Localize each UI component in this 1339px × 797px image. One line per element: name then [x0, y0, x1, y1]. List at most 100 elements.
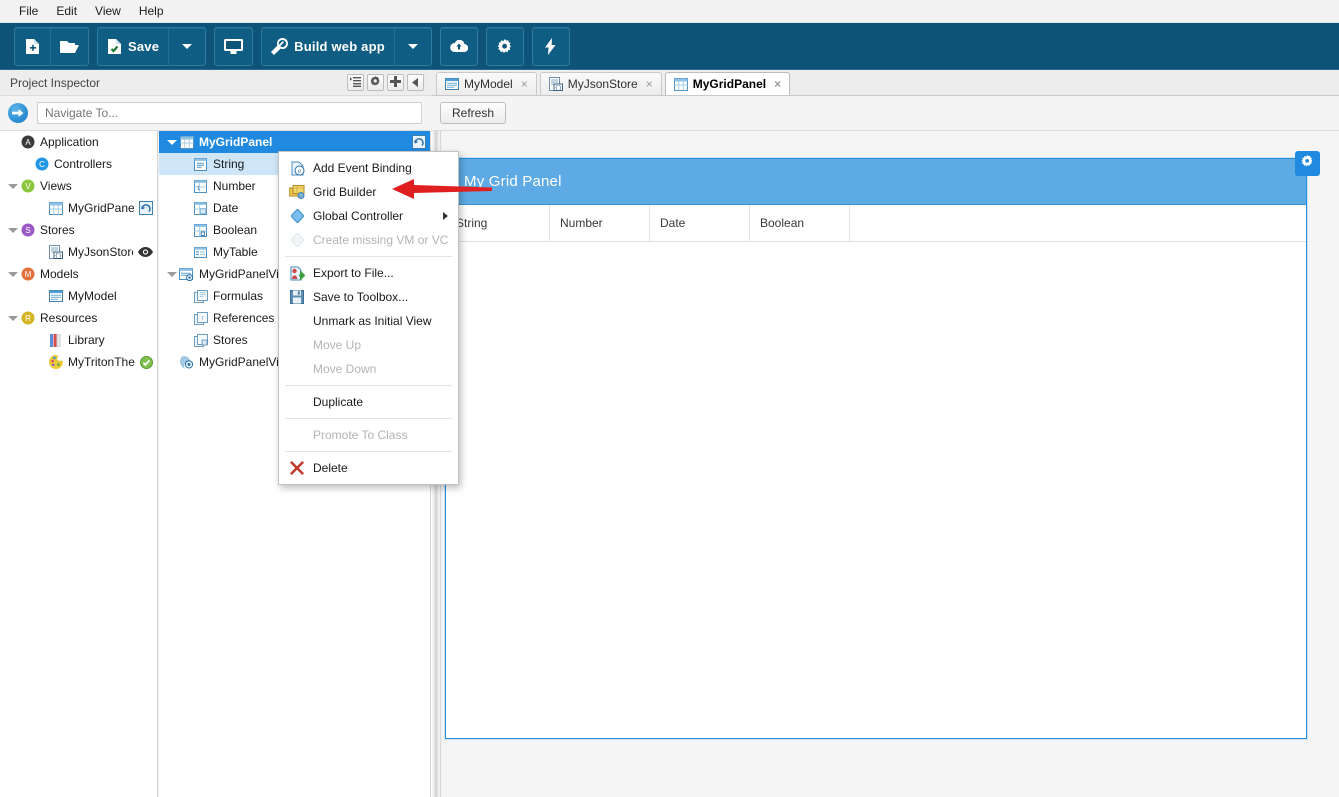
arrow-right-circle-icon[interactable] — [8, 103, 28, 123]
tree-item-mygridpanel[interactable]: MyGridPanel — [0, 197, 157, 219]
editor-tab-myjsonstore[interactable]: {} MyJsonStore × — [539, 72, 662, 95]
check-icon[interactable] — [135, 355, 153, 369]
toolbar-group-settings — [485, 27, 524, 66]
tree-item-models[interactable]: M Models — [0, 263, 157, 285]
build-web-app-button[interactable]: Build web app — [262, 28, 395, 65]
gear-icon — [370, 75, 381, 90]
tree-item-myjsonstore[interactable]: {} MyJsonStore — [0, 241, 157, 263]
tree-item-resources[interactable]: R Resources — [0, 307, 157, 329]
monitor-icon — [224, 38, 244, 55]
grid-panel-config-button[interactable] — [1295, 151, 1320, 176]
navigate-to-input[interactable] — [37, 102, 422, 124]
collapse-pane-button[interactable] — [407, 74, 424, 91]
grid-column-header-number[interactable]: Number — [550, 205, 650, 241]
context-menu-item-global-controller[interactable]: Global Controller — [279, 204, 458, 228]
add-button[interactable] — [387, 74, 404, 91]
delete-x-icon — [287, 461, 307, 475]
tree-item-label: MyJsonStore — [68, 245, 133, 259]
context-menu-item-add-event-binding[interactable]: e Add Event Binding — [279, 156, 458, 180]
menu-view[interactable]: View — [86, 1, 130, 21]
tree-item-controllers[interactable]: C Controllers — [0, 153, 157, 175]
new-file-button[interactable] — [15, 28, 51, 65]
context-menu-item-create-missing-vm-or-vc: Create missing VM or VC — [279, 228, 458, 252]
list-indent-icon — [350, 76, 361, 90]
tree-item-mygridpanel[interactable]: MyGridPanel — [159, 131, 430, 153]
project-tree-left[interactable]: A Application C Controllers V Views MyGridPane… — [0, 131, 158, 797]
grid-panel-widget[interactable]: My Grid Panel String Number Date Boolean — [445, 151, 1320, 739]
menu-edit[interactable]: Edit — [47, 1, 86, 21]
tree-item-label: MyTritonThe... — [68, 355, 135, 369]
initial-view-icon[interactable] — [134, 201, 153, 215]
tree-item-application[interactable]: A Application — [0, 131, 157, 153]
close-icon[interactable]: × — [646, 78, 653, 90]
grid-column-header-date[interactable]: Date — [650, 205, 750, 241]
context-menu-item-unmark-as-initial-view[interactable]: Unmark as Initial View — [279, 309, 458, 333]
views-icon: V — [19, 179, 36, 193]
editor-tab-mygridpanel[interactable]: MyGridPanel × — [664, 72, 791, 95]
export-icon — [287, 266, 307, 281]
toolbar-group-run — [531, 27, 570, 66]
diamond-grey-icon — [287, 233, 307, 247]
close-icon[interactable]: × — [521, 78, 528, 90]
diamond-blue-icon — [287, 209, 307, 223]
svg-text:R: R — [25, 314, 31, 323]
context-menu-item-label: Export to File... — [313, 266, 394, 280]
tree-item-library[interactable]: Library — [0, 329, 157, 351]
editor-tab-mymodel[interactable]: MyModel × — [436, 72, 537, 95]
tree-twisty-expanded-icon[interactable] — [6, 315, 19, 321]
grid-column-header-row: String Number Date Boolean — [446, 205, 1306, 242]
library-icon — [47, 333, 64, 347]
main-toolbar: Save Build web app — [0, 23, 1339, 70]
tree-twisty-expanded-icon[interactable] — [165, 271, 178, 277]
context-menu-item-label: Save to Toolbox... — [313, 290, 409, 304]
context-menu-item-save-to-toolbox[interactable]: Save to Toolbox... — [279, 285, 458, 309]
number-column-icon: 1 — [192, 179, 209, 193]
project-inspector-title: Project Inspector — [10, 75, 101, 90]
editor-tab-label: MyGridPanel — [692, 77, 767, 91]
inspector-settings-button[interactable] — [367, 74, 384, 91]
tree-context-menu[interactable]: e Add Event Binding Grid Builder Global Con… — [278, 151, 459, 485]
context-menu-item-duplicate[interactable]: Duplicate — [279, 390, 458, 414]
menu-help[interactable]: Help — [130, 1, 173, 21]
collapse-all-button[interactable] — [347, 74, 364, 91]
toolbar-group-preview — [214, 27, 254, 66]
tree-twisty-expanded-icon[interactable] — [6, 183, 19, 189]
context-menu-item-grid-builder[interactable]: Grid Builder — [279, 180, 458, 204]
tree-item-mymodel[interactable]: MyModel — [0, 285, 157, 307]
grid-panel-icon — [178, 135, 195, 149]
design-canvas[interactable]: My Grid Panel StringNumberDateBoolean My… — [442, 131, 1339, 797]
grid-column-header-string[interactable]: String — [446, 205, 550, 241]
tree-item-mytritonthe[interactable]: MyTritonThe... — [0, 351, 157, 373]
deploy-button[interactable] — [441, 28, 477, 65]
tree-twisty-expanded-icon[interactable] — [165, 139, 178, 145]
context-menu-item-delete[interactable]: Delete — [279, 456, 458, 480]
save-button[interactable]: Save — [98, 28, 170, 65]
svg-text:M: M — [24, 270, 31, 279]
save-dropdown-button[interactable] — [169, 28, 205, 65]
open-folder-button[interactable] — [51, 28, 88, 65]
menu-file[interactable]: File — [10, 1, 47, 21]
toolbar-group-build: Build web app — [261, 27, 432, 66]
settings-button[interactable] — [487, 28, 523, 65]
eye-icon[interactable] — [133, 247, 153, 257]
tree-twisty-expanded-icon[interactable] — [6, 227, 19, 233]
editor-tab-strip: MyModel × {} MyJsonStore × MyGridPanel × — [431, 70, 1339, 96]
grid-column-header-boolean[interactable]: Boolean — [750, 205, 850, 241]
boolean-column-icon — [192, 223, 209, 237]
tree-item-stores[interactable]: S Stores — [0, 219, 157, 241]
close-icon[interactable]: × — [774, 78, 781, 90]
run-button[interactable] — [533, 28, 569, 65]
initial-view-icon[interactable] — [407, 135, 426, 149]
tree-twisty-expanded-icon[interactable] — [6, 271, 19, 277]
grid-body[interactable] — [446, 242, 1306, 736]
tree-item-label: Controllers — [54, 157, 113, 171]
gear-icon — [1301, 155, 1314, 172]
preview-button[interactable] — [215, 28, 252, 65]
tree-item-views[interactable]: V Views — [0, 175, 157, 197]
build-dropdown-button[interactable] — [395, 28, 431, 65]
context-menu-item-export-to-file[interactable]: Export to File... — [279, 261, 458, 285]
tree-item-label: MyModel — [68, 289, 117, 303]
context-menu-item-label: Add Event Binding — [313, 161, 412, 175]
canvas-bottom-area — [442, 741, 1339, 797]
refresh-button[interactable]: Refresh — [440, 102, 507, 124]
